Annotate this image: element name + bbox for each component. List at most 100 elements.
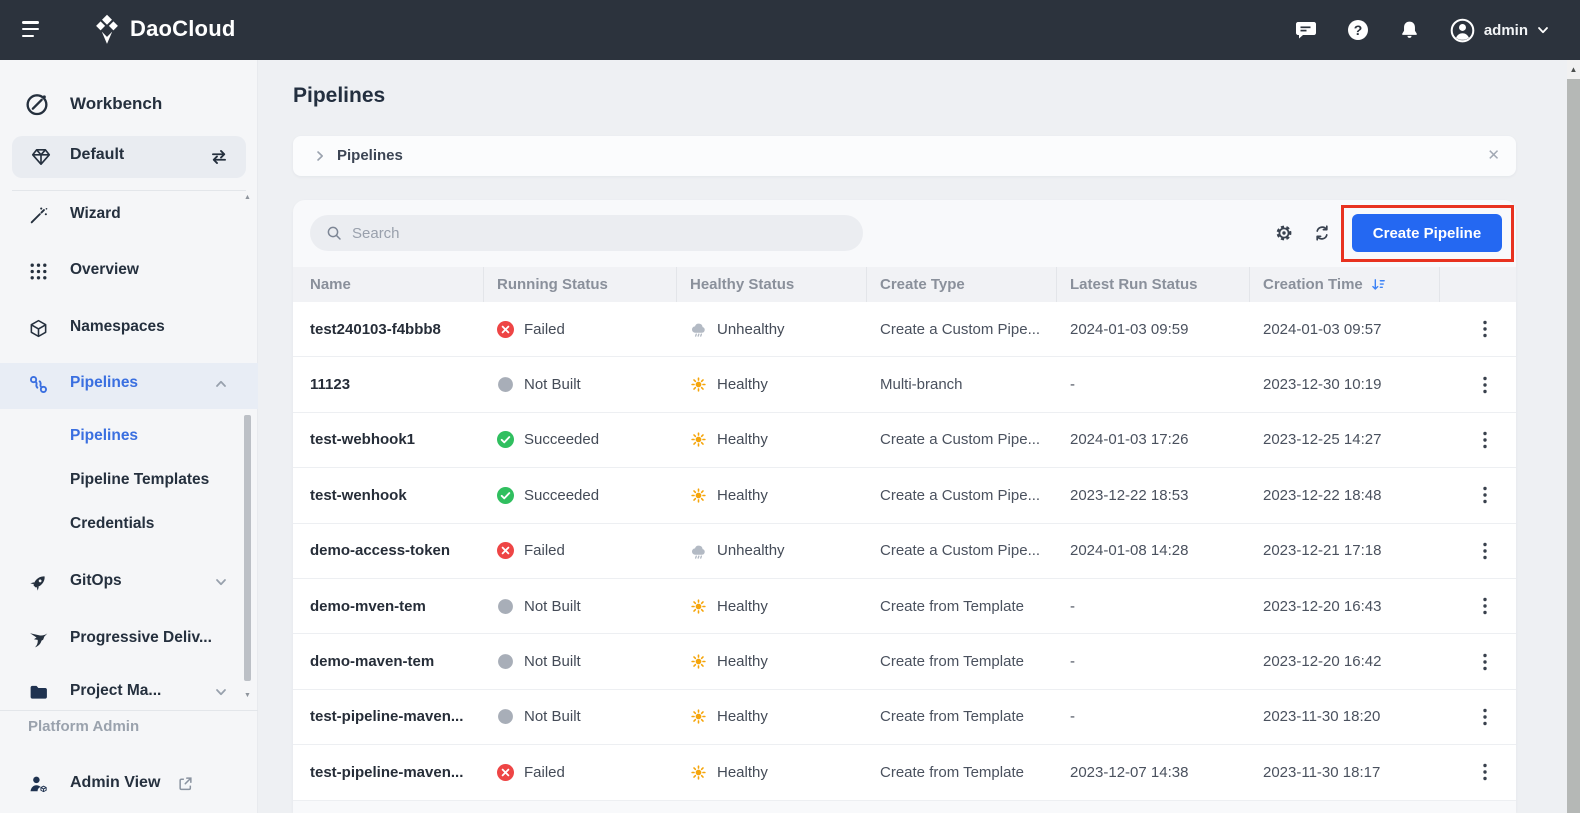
kebab-menu-icon[interactable] <box>1474 705 1496 729</box>
chevron-up-icon <box>214 377 228 391</box>
row-actions-cell <box>1440 705 1516 729</box>
create-pipeline-button[interactable]: Create Pipeline <box>1352 214 1502 252</box>
sidebar-subitem-pipeline-templates[interactable]: Pipeline Templates <box>0 462 240 502</box>
user-menu[interactable]: admin <box>1449 17 1550 44</box>
workspace-gem-icon <box>30 146 52 168</box>
sidebar-scrollbar[interactable]: ▲ ▼ <box>243 191 252 710</box>
sidebar-scrollbar-up[interactable]: ▲ <box>243 193 252 203</box>
external-link-icon <box>178 776 193 791</box>
column-header-healthy-status: Healthy Status <box>677 267 867 302</box>
breadcrumb[interactable]: Pipelines ✕ <box>293 136 1516 176</box>
pipeline-name[interactable]: test-pipeline-maven... <box>293 708 484 725</box>
daocloud-logo-icon <box>92 13 122 45</box>
healthy-status-cell: Unhealthy <box>677 321 867 338</box>
table-row[interactable]: test240103-f4bbb8 Failed Unhealthy Creat… <box>293 302 1516 357</box>
pipeline-name[interactable]: demo-mven-tem <box>293 598 484 615</box>
pipeline-name[interactable]: 11123 <box>293 376 484 393</box>
hamburger-menu-icon[interactable] <box>22 21 48 39</box>
kebab-menu-icon[interactable] <box>1474 483 1496 507</box>
table-row[interactable]: demo-mven-tem Not Built Healthy Create f… <box>293 579 1516 634</box>
pipeline-name[interactable]: test-wenhook <box>293 487 484 504</box>
gear-icon[interactable] <box>1275 224 1293 242</box>
grid-dots-icon <box>28 261 49 282</box>
table-row[interactable]: test-pipeline-maven... Failed Healthy Cr… <box>293 745 1516 800</box>
sidebar-item-overview[interactable]: Overview <box>0 250 258 294</box>
table-row[interactable]: test-webhook1 Succeeded Healthy Create a… <box>293 413 1516 468</box>
table-row[interactable]: test-pipeline-maven... Not Built Healthy… <box>293 690 1516 745</box>
healthy-status-cell: Healthy <box>677 708 867 725</box>
workspace-selector[interactable]: Default <box>12 136 246 178</box>
pipeline-name[interactable]: test-pipeline-maven... <box>293 764 484 781</box>
creation-time-cell: 2023-11-30 18:17 <box>1250 764 1440 781</box>
scrollbar-up-arrow[interactable]: ▲ <box>1567 60 1580 78</box>
create-type-cell: Create from Template <box>867 653 1057 670</box>
unhealthy-cloud-icon <box>690 542 707 559</box>
table-header: Name Running Status Healthy Status Creat… <box>293 267 1516 302</box>
create-type-cell: Multi-branch <box>867 376 1057 393</box>
search-input[interactable] <box>352 215 842 251</box>
kebab-menu-icon[interactable] <box>1474 760 1496 784</box>
sidebar-subitem-credentials[interactable]: Credentials <box>0 506 240 546</box>
username: admin <box>1484 22 1528 39</box>
creation-time-cell: 2023-12-20 16:42 <box>1250 653 1440 670</box>
notification-bell-icon[interactable] <box>1397 17 1423 43</box>
folder-icon <box>28 682 49 703</box>
row-actions-cell <box>1440 594 1516 618</box>
healthy-status-cell: Healthy <box>677 653 867 670</box>
sidebar-item-project-management[interactable]: Project Ma... <box>0 671 258 710</box>
healthy-status-cell: Healthy <box>677 487 867 504</box>
scrollbar-thumb[interactable] <box>1567 79 1580 813</box>
sidebar-bottom-divider <box>0 710 258 711</box>
sort-descending-icon[interactable] <box>1371 277 1386 292</box>
sidebar-scrollbar-thumb[interactable] <box>244 415 251 681</box>
sidebar-item-gitops[interactable]: GitOps <box>0 561 258 605</box>
close-icon[interactable]: ✕ <box>1487 146 1500 164</box>
not-built-icon <box>497 376 514 393</box>
sidebar-item-admin-view[interactable]: Admin View <box>0 762 258 806</box>
healthy-status-cell: Unhealthy <box>677 542 867 559</box>
creation-time-cell: 2023-12-21 17:18 <box>1250 542 1440 559</box>
sidebar-item-wizard[interactable]: Wizard <box>0 194 258 238</box>
healthy-sun-icon <box>690 598 707 615</box>
refresh-icon[interactable] <box>1313 224 1331 242</box>
window-scrollbar[interactable]: ▲ <box>1567 60 1580 813</box>
create-type-cell: Create from Template <box>867 708 1057 725</box>
create-type-cell: Create a Custom Pipe... <box>867 431 1057 448</box>
pipeline-name[interactable]: demo-access-token <box>293 542 484 559</box>
pipelines-panel: Create Pipeline Name Running Status Heal… <box>293 200 1516 813</box>
sidebar-item-progressive-delivery[interactable]: Progressive Deliv... <box>0 618 258 662</box>
sidebar-subitem-pipelines[interactable]: Pipelines <box>0 418 240 458</box>
sidebar-scrollbar-down[interactable]: ▼ <box>243 691 252 701</box>
workbench-icon <box>24 91 50 117</box>
pipeline-name[interactable]: demo-maven-tem <box>293 653 484 670</box>
chat-icon[interactable] <box>1293 17 1319 43</box>
sidebar-item-workbench[interactable]: Workbench <box>0 84 258 124</box>
latest-run-cell: - <box>1057 653 1250 670</box>
cube-icon <box>28 318 49 339</box>
pipeline-name[interactable]: test-webhook1 <box>293 431 484 448</box>
failed-icon <box>497 764 514 781</box>
kebab-menu-icon[interactable] <box>1474 317 1496 341</box>
create-type-cell: Create a Custom Pipe... <box>867 542 1057 559</box>
kebab-menu-icon[interactable] <box>1474 650 1496 674</box>
row-actions-cell <box>1440 428 1516 452</box>
table-row[interactable]: 11123 Not Built Healthy Multi-branch - 2… <box>293 357 1516 412</box>
kebab-menu-icon[interactable] <box>1474 594 1496 618</box>
sidebar-item-namespaces[interactable]: Namespaces <box>0 307 258 351</box>
pipeline-name[interactable]: test240103-f4bbb8 <box>293 321 484 338</box>
latest-run-cell: - <box>1057 598 1250 615</box>
create-type-cell: Create from Template <box>867 764 1057 781</box>
creation-time-cell: 2023-12-25 14:27 <box>1250 431 1440 448</box>
table-row[interactable]: demo-access-token Failed Unhealthy Creat… <box>293 524 1516 579</box>
table-row[interactable]: test-wenhook Succeeded Healthy Create a … <box>293 468 1516 523</box>
kebab-menu-icon[interactable] <box>1474 373 1496 397</box>
not-built-icon <box>497 653 514 670</box>
kebab-menu-icon[interactable] <box>1474 539 1496 563</box>
row-actions-cell <box>1440 760 1516 784</box>
help-icon[interactable]: ? <box>1345 17 1371 43</box>
switch-workspace-icon[interactable] <box>208 146 230 168</box>
kebab-menu-icon[interactable] <box>1474 428 1496 452</box>
table-row[interactable]: demo-maven-tem Not Built Healthy Create … <box>293 634 1516 689</box>
sidebar-item-pipelines[interactable]: Pipelines <box>0 363 258 409</box>
running-status-cell: Not Built <box>484 598 677 615</box>
